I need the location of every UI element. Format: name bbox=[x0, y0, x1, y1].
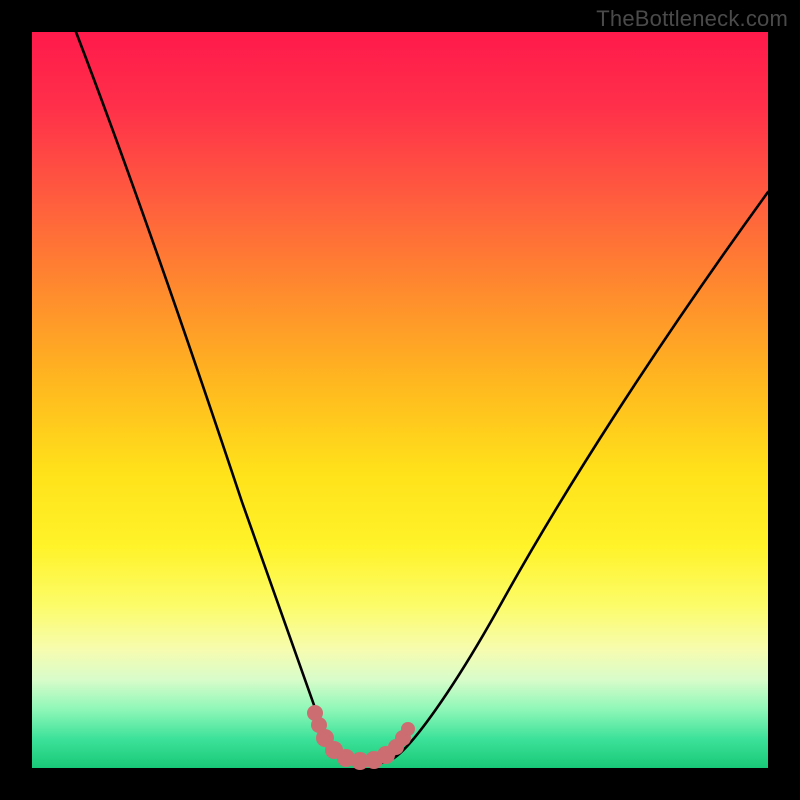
curve-layer bbox=[32, 32, 768, 768]
v-curve bbox=[76, 32, 768, 764]
trough-markers bbox=[307, 705, 415, 770]
marker-dot bbox=[401, 722, 415, 736]
outer-frame: TheBottleneck.com bbox=[0, 0, 800, 800]
plot-area bbox=[32, 32, 768, 768]
watermark-text: TheBottleneck.com bbox=[596, 6, 788, 32]
